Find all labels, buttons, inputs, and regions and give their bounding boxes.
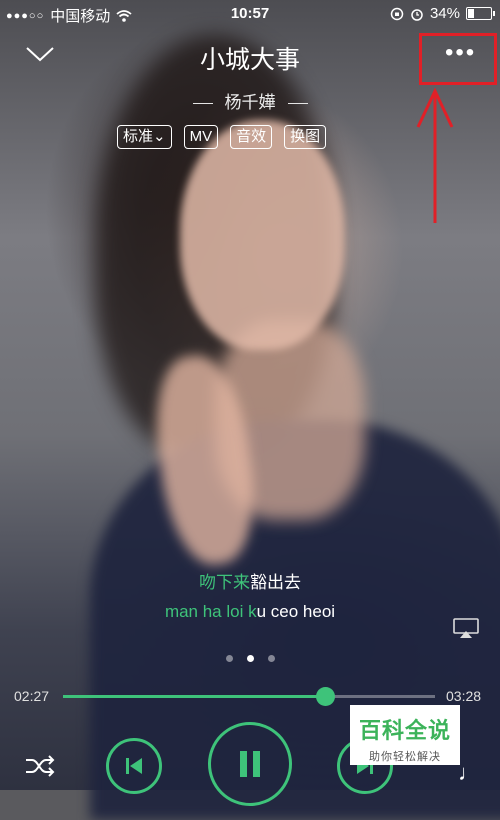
artist-dash-left: [192, 103, 213, 105]
artist-dash-right: [287, 103, 308, 105]
page-indicator: [0, 655, 500, 662]
elapsed-time: 02:27: [14, 688, 50, 704]
rotation-lock-icon: [390, 7, 404, 20]
lyric-line: 吻下来豁出去: [0, 568, 500, 593]
shuffle-icon[interactable]: [24, 752, 56, 780]
annotation-arrow-icon: [416, 87, 454, 223]
watermark-logo: 百科全说 助你轻松解决: [350, 705, 460, 765]
effects-button[interactable]: 音效: [230, 125, 273, 149]
album-art-face: [180, 120, 345, 350]
watermark-title: 百科全说: [358, 718, 451, 743]
watermark-subtitle: 助你轻松解决: [369, 751, 441, 763]
romanization-sung: man ha loi k: [164, 602, 257, 621]
total-time: 03:28: [446, 688, 482, 704]
lyric-sung: 吻下来: [199, 573, 250, 592]
options-row: 标准⌄ MV 音效 换图: [117, 125, 327, 149]
pause-icon: [240, 751, 260, 777]
quality-button[interactable]: 标准⌄: [117, 125, 172, 149]
page-dot[interactable]: [225, 655, 233, 662]
pause-button[interactable]: [208, 722, 292, 806]
previous-button[interactable]: [106, 738, 162, 794]
page-dot[interactable]: [246, 655, 254, 662]
lyric-romanization: man ha loi ku ceo heoi: [0, 602, 500, 622]
battery-fill: [468, 9, 475, 18]
annotation-highlight-box: [419, 33, 497, 85]
alarm-icon: [411, 8, 423, 21]
progress-thumb[interactable]: [315, 687, 335, 706]
battery-percent: 34%: [429, 5, 460, 22]
progress-bar[interactable]: [63, 687, 435, 706]
progress-fill: [63, 695, 326, 698]
airplay-icon[interactable]: [452, 617, 480, 639]
page-dot[interactable]: [267, 655, 275, 662]
previous-icon: [126, 758, 142, 774]
artist-name: 杨千嬅: [224, 93, 276, 112]
change-image-button[interactable]: 换图: [284, 125, 327, 149]
battery-icon: [466, 7, 495, 20]
mv-button[interactable]: MV: [183, 125, 219, 149]
playlist-icon[interactable]: ♩: [458, 760, 480, 786]
romanization-rest: u ceo heoi: [256, 602, 336, 621]
status-bar: ●●●○○ 中国移动 10:57 34%: [0, 0, 500, 28]
chevron-down-icon: ⌄: [153, 128, 166, 145]
quality-label: 标准: [123, 128, 154, 145]
lyric-rest: 豁出去: [250, 573, 301, 592]
